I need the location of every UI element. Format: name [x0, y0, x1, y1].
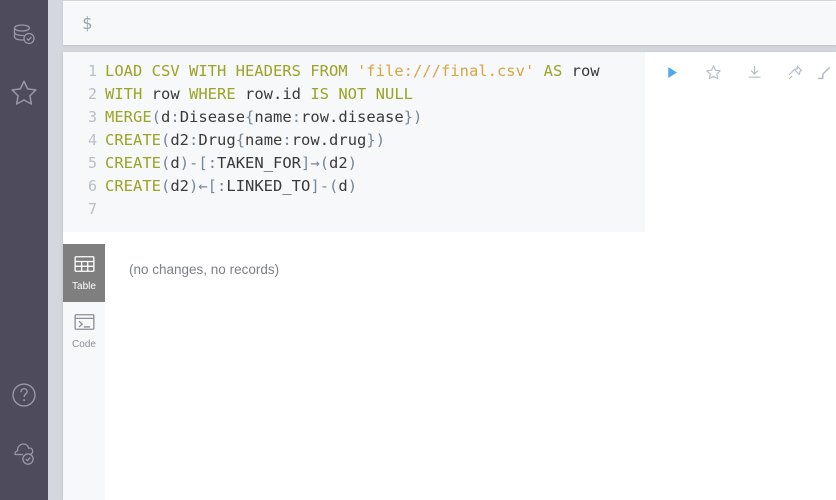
- code-line-text: CREATE(d2)←[:LINKED_TO]-(d): [105, 177, 358, 195]
- tab-table-label: Table: [72, 280, 96, 292]
- play-icon: [665, 65, 680, 85]
- command-prompt-symbol: $: [82, 13, 93, 34]
- line-number: 1: [87, 62, 97, 80]
- download-button[interactable]: [734, 60, 775, 90]
- result-status-message: (no changes, no records): [129, 262, 280, 277]
- result-view-tabs: Table Code: [63, 244, 105, 500]
- line-number: 3: [87, 108, 97, 126]
- star-icon: [9, 78, 39, 108]
- query-frame: 1 LOAD CSV WITH HEADERS FROM 'file:///fin…: [63, 52, 836, 500]
- pin-button[interactable]: [775, 60, 816, 90]
- tab-table[interactable]: Table: [63, 244, 105, 302]
- sidebar-item-help[interactable]: [0, 366, 48, 424]
- line-number: 7: [87, 200, 97, 218]
- collapse-arrow-icon: [816, 65, 832, 86]
- line-number: 2: [87, 85, 97, 103]
- question-circle-icon: [10, 381, 38, 409]
- star-icon: [705, 64, 722, 86]
- favorite-query-button[interactable]: [693, 60, 734, 90]
- terminal-icon: [73, 313, 95, 336]
- run-query-button[interactable]: [652, 60, 693, 90]
- code-line: 3 MERGE(d:Disease{name:row.disease}): [63, 106, 645, 129]
- neo4j-browser-window: $ 1 LOAD CSV WITH HEADERS FROM 'file:///f…: [0, 0, 836, 500]
- collapse-button[interactable]: [816, 60, 836, 90]
- pin-icon: [787, 64, 804, 86]
- sidebar-item-favorites[interactable]: [0, 64, 48, 122]
- tab-code-label: Code: [72, 338, 96, 350]
- code-line: 5 CREATE(d)-[:TAKEN_FOR]→(d2): [63, 152, 645, 175]
- code-line: 4 CREATE(d2:Drug{name:row.drug}): [63, 129, 645, 152]
- code-line-text: LOAD CSV WITH HEADERS FROM 'file:///fina…: [105, 62, 600, 80]
- code-line-text: MERGE(d:Disease{name:row.disease}): [105, 108, 423, 126]
- tab-code[interactable]: Code: [63, 302, 105, 360]
- result-content: (no changes, no records): [105, 244, 836, 500]
- result-panel: Table Code (no changes, no records): [63, 244, 836, 500]
- code-line: 2 WITH row WHERE row.id IS NOT NULL: [63, 83, 645, 106]
- code-line-text: CREATE(d2:Drug{name:row.drug}): [105, 131, 386, 149]
- frame-action-bar: [652, 60, 836, 90]
- cypher-editor[interactable]: 1 LOAD CSV WITH HEADERS FROM 'file:///fin…: [63, 52, 645, 232]
- code-line-text: CREATE(d)-[:TAKEN_FOR]→(d2): [105, 154, 358, 172]
- left-sidebar: [0, 0, 48, 500]
- code-line-text: WITH row WHERE row.id IS NOT NULL: [105, 85, 413, 103]
- code-line: 7: [63, 198, 645, 221]
- table-icon: [73, 255, 95, 278]
- line-number: 5: [87, 154, 97, 172]
- cloud-check-icon: [9, 439, 39, 467]
- download-icon: [746, 64, 763, 86]
- line-number: 4: [87, 131, 97, 149]
- line-number: 6: [87, 177, 97, 195]
- command-bar[interactable]: $: [63, 1, 836, 45]
- sidebar-item-browser-sync[interactable]: [0, 424, 48, 482]
- database-check-icon: [10, 21, 38, 49]
- code-line: 6 CREATE(d2)←[:LINKED_TO]-(d): [63, 175, 645, 198]
- sidebar-item-database-info[interactable]: [0, 6, 48, 64]
- code-line: 1 LOAD CSV WITH HEADERS FROM 'file:///fin…: [63, 60, 645, 83]
